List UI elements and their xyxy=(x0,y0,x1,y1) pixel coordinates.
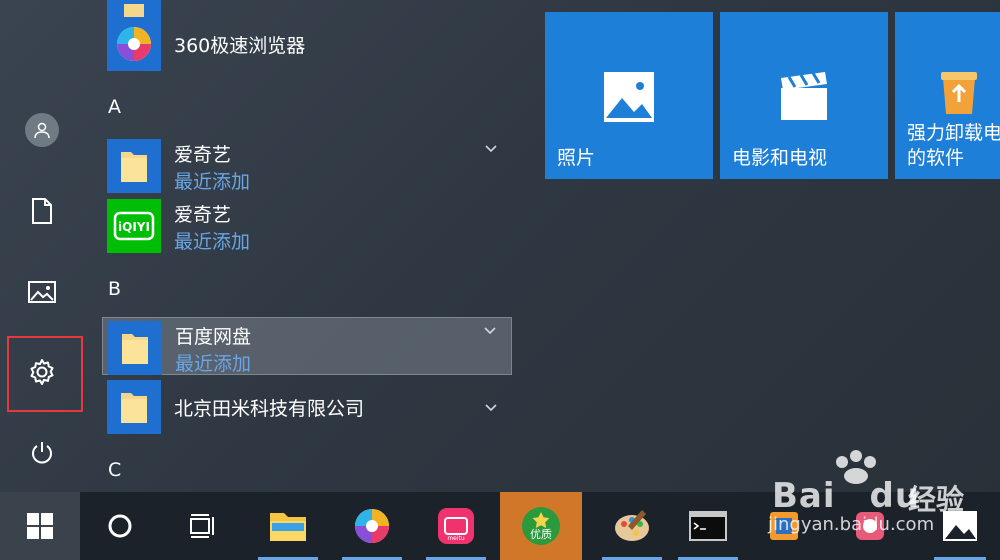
svg-text:meitu: meitu xyxy=(447,535,465,542)
baidu-jingyan-watermark: Bai du 经验 jingyan.baidu.com xyxy=(760,448,1000,548)
app-list: 360极速浏览器 A 爱奇艺 最近添加 iQIYI 爱奇艺 最近添加 B 百度网… xyxy=(100,0,520,492)
folder-icon xyxy=(107,139,161,193)
list-item-iqiyi-folder[interactable]: 爱奇艺 最近添加 xyxy=(102,136,512,194)
section-letter-b[interactable]: B xyxy=(108,278,121,300)
recently-added-label: 最近添加 xyxy=(174,231,251,253)
avatar-icon xyxy=(25,113,59,147)
app-name: 百度网盘 xyxy=(175,326,252,348)
task-view-button[interactable] xyxy=(164,492,240,560)
chevron-down-icon[interactable] xyxy=(484,401,498,415)
list-item-360-browser[interactable]: 360极速浏览器 xyxy=(102,14,512,72)
browser-360-icon xyxy=(107,17,161,71)
user-account-button[interactable] xyxy=(0,102,84,158)
start-button[interactable] xyxy=(0,492,80,560)
youzhi-button[interactable]: 优质 xyxy=(500,492,582,560)
cmd-icon xyxy=(689,511,727,541)
document-icon xyxy=(32,198,52,224)
watermark-cn: 经验 xyxy=(908,483,965,516)
youzhi-label: 优质 xyxy=(530,528,552,541)
documents-button[interactable] xyxy=(0,183,84,239)
chevron-down-icon[interactable] xyxy=(483,324,497,338)
settings-highlight-box xyxy=(7,336,83,412)
folder-icon xyxy=(108,321,162,375)
file-explorer-icon xyxy=(270,513,306,541)
cortana-icon xyxy=(108,514,132,538)
pictures-icon xyxy=(28,281,56,303)
list-item-iqiyi-app[interactable]: iQIYI 爱奇艺 最近添加 xyxy=(102,196,512,254)
meitu-button[interactable]: meitu xyxy=(420,492,492,560)
browser-360-icon xyxy=(355,509,389,543)
app-name: 360极速浏览器 xyxy=(174,35,306,57)
folder-icon xyxy=(107,380,161,434)
list-item-beijing-tianmi[interactable]: 北京田米科技有限公司 xyxy=(102,377,512,435)
app-name: 爱奇艺 xyxy=(174,204,232,226)
tile-label: 强力卸载电 的软件 xyxy=(907,122,1000,169)
tile-photos[interactable]: 照片 xyxy=(545,12,713,179)
watermark-url: jingyan.baidu.com xyxy=(768,514,935,535)
watermark-brand-1: Bai xyxy=(772,476,836,516)
recently-added-label: 最近添加 xyxy=(174,171,251,193)
paint-icon xyxy=(615,510,649,541)
recycle-bin-icon xyxy=(941,72,977,114)
tile-label: 照片 xyxy=(557,147,596,169)
tile-movies-tv[interactable]: 电影和电视 xyxy=(720,12,888,179)
power-icon xyxy=(32,442,52,464)
chevron-down-icon[interactable] xyxy=(484,142,498,156)
svg-text:iQIYI: iQIYI xyxy=(118,220,150,234)
meitu-icon: meitu xyxy=(438,508,474,544)
app-name: 爱奇艺 xyxy=(174,144,232,166)
recently-added-label: 最近添加 xyxy=(175,353,252,375)
movies-icon xyxy=(781,72,827,120)
app-name: 北京田米科技有限公司 xyxy=(174,398,365,420)
task-view-icon xyxy=(190,514,214,538)
tile-uninstaller[interactable]: 强力卸载电 的软件 xyxy=(895,12,1000,179)
cortana-button[interactable] xyxy=(82,492,158,560)
file-explorer-button[interactable] xyxy=(252,492,324,560)
section-letter-a[interactable]: A xyxy=(108,96,121,118)
pictures-button[interactable] xyxy=(0,264,84,320)
list-item-baidu-netdisk[interactable]: 百度网盘 最近添加 xyxy=(102,317,512,375)
cmd-button[interactable] xyxy=(672,492,744,560)
power-button[interactable] xyxy=(0,425,84,481)
tile-label: 电影和电视 xyxy=(732,147,828,169)
iqiyi-icon: iQIYI xyxy=(107,199,161,253)
section-letter-c[interactable]: C xyxy=(108,459,121,481)
windows-start-icon xyxy=(27,513,53,539)
start-rail xyxy=(0,0,100,492)
browser-360-button[interactable] xyxy=(336,492,408,560)
paint-button[interactable] xyxy=(596,492,668,560)
watermark-brand: Bai du xyxy=(772,476,920,516)
photos-icon xyxy=(604,72,654,122)
